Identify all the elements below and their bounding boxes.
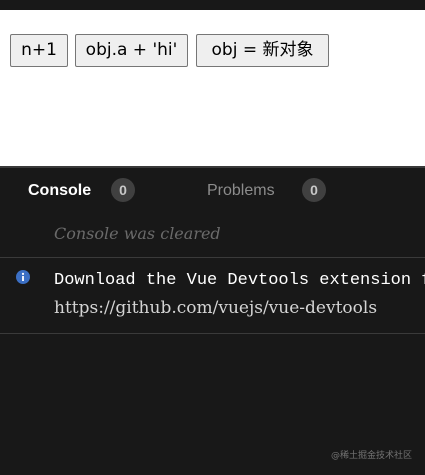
problems-count-badge: 0 bbox=[302, 178, 326, 202]
append-hi-button[interactable]: obj.a + 'hi' bbox=[75, 34, 188, 67]
tab-problems[interactable]: Problems bbox=[207, 180, 275, 202]
replace-object-button[interactable]: obj = 新对象 bbox=[196, 34, 329, 67]
preview-pane: n+1 obj.a + 'hi' obj = 新对象 bbox=[0, 10, 425, 166]
top-strip bbox=[0, 0, 425, 10]
devtools-panel: Console 0 Problems 0 Console was cleared… bbox=[0, 168, 425, 475]
vue-devtools-link[interactable]: https://github.com/vuejs/vue-devtools bbox=[54, 296, 377, 320]
console-message-text: Download the Vue Devtools extension fo bbox=[54, 271, 425, 290]
log-separator bbox=[0, 257, 425, 258]
tab-console[interactable]: Console bbox=[28, 180, 91, 202]
info-icon bbox=[16, 270, 30, 284]
console-cleared-message: Console was cleared bbox=[54, 224, 221, 243]
increment-n-button[interactable]: n+1 bbox=[10, 34, 68, 67]
console-count-badge: 0 bbox=[111, 178, 135, 202]
log-separator bbox=[0, 333, 425, 334]
watermark-text: @稀土掘金技术社区 bbox=[331, 451, 413, 461]
